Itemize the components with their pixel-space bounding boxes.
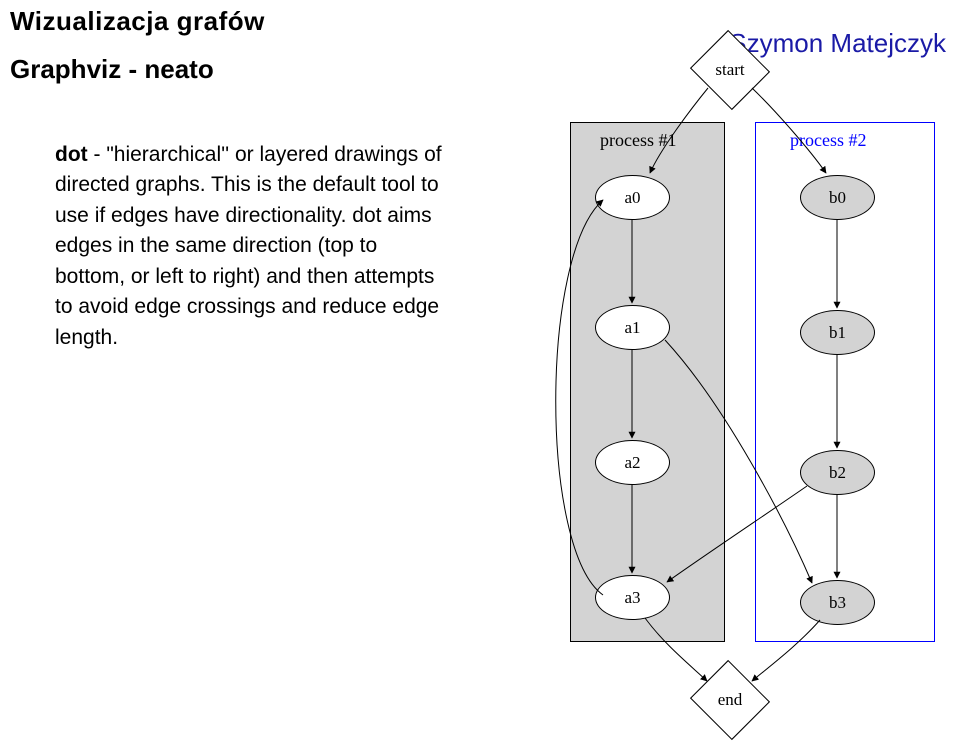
tool-name: dot [55, 143, 88, 166]
description-paragraph: dot - "hierarchical'' or layered drawing… [55, 140, 445, 353]
node-a0: a0 [595, 175, 670, 220]
node-a2: a2 [595, 440, 670, 485]
node-b0: b0 [800, 175, 875, 220]
description-text: - "hierarchical'' or layered drawings of… [55, 143, 442, 349]
cluster-label-process-1: process #1 [600, 130, 676, 151]
graph-diagram: process #1 process #2 start end a0 a1 a2… [490, 10, 945, 730]
page-subtitle: Graphviz - neato [10, 54, 214, 85]
start-label: start [690, 60, 770, 80]
node-b1: b1 [800, 310, 875, 355]
node-a3: a3 [595, 575, 670, 620]
node-a1: a1 [595, 305, 670, 350]
cluster-label-process-2: process #2 [790, 130, 866, 151]
start-node: start [690, 40, 770, 100]
node-b3: b3 [800, 580, 875, 625]
page-title: Wizualizacja grafów [10, 6, 265, 37]
end-node: end [690, 670, 770, 730]
node-b2: b2 [800, 450, 875, 495]
end-label: end [690, 690, 770, 710]
